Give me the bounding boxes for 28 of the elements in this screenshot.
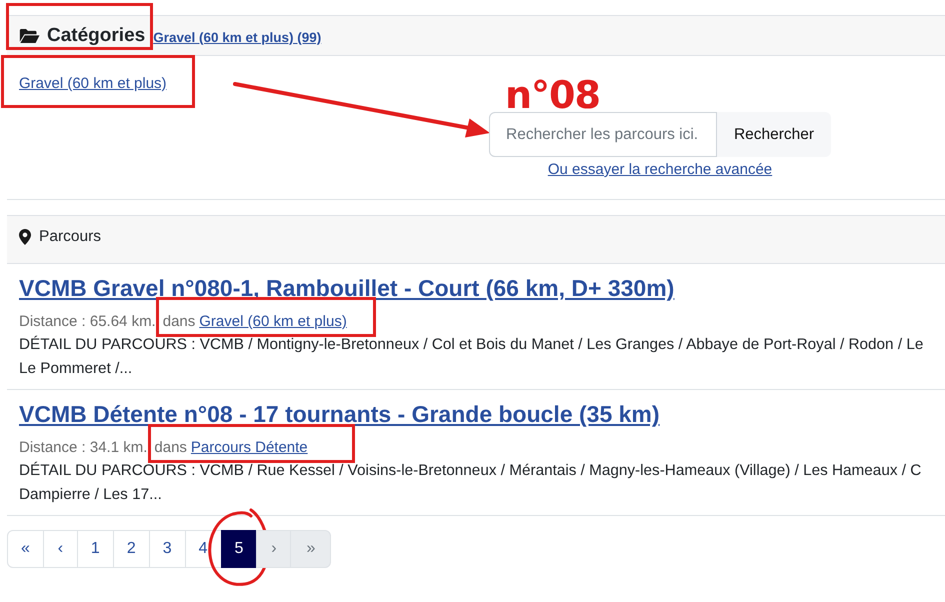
category-link[interactable]: Gravel (60 km et plus) xyxy=(199,311,347,333)
folder-icon xyxy=(19,28,40,44)
page-link[interactable]: 2 xyxy=(112,530,150,568)
page-link[interactable]: ‹ xyxy=(42,530,78,568)
page-link[interactable]: « xyxy=(7,530,44,568)
route-distance: Distance : 65.64 km. xyxy=(19,312,156,332)
route-distance: Distance : 34.1 km. xyxy=(19,438,148,458)
route-description: Dampierre / Les 17... xyxy=(19,485,163,505)
map-pin-icon xyxy=(19,228,31,244)
page-link[interactable]: 3 xyxy=(148,530,186,568)
category-prefix: dans xyxy=(154,438,187,458)
category-link[interactable]: Gravel (60 km et plus) xyxy=(19,73,167,95)
category-link[interactable]: Parcours Détente xyxy=(190,437,308,459)
breadcrumb-link[interactable]: Gravel (60 km et plus) (99) xyxy=(153,30,322,45)
route-title-link[interactable]: VCMB Gravel n°080-1, Rambouillet - Court (66 km, D+ 330m) xyxy=(19,274,674,302)
route-description: Le Pommeret /... xyxy=(19,359,134,379)
search-button[interactable]: Rechercher xyxy=(717,112,831,157)
page-link[interactable]: 1 xyxy=(76,530,114,568)
category-prefix: dans xyxy=(162,312,196,332)
page-link[interactable]: 5 xyxy=(220,530,258,568)
advanced-search-link[interactable]: Ou essayer la recherche avancée xyxy=(548,160,772,180)
section-title: Catégories xyxy=(47,24,146,46)
route-description: DÉTAIL DU PARCOURS : VCMB / Rue Kessel / Voisins-le-Bretonneux / Mérantais / Magny-les-Hameaux (Village) / Les Hameaux / C xyxy=(19,460,922,481)
handwritten-note: n°08 xyxy=(505,79,600,111)
search-field[interactable]: Rechercher les parcours ici. xyxy=(489,112,717,157)
route-title-link[interactable]: VCMB Détente n°08 - 17 tournants - Grande boucle (35 km) xyxy=(19,400,660,428)
route-description: DÉTAIL DU PARCOURS : VCMB / Montigny-le-Bretonneux / Col et Bois du Manet / Les Granges / Abbaye de Port-Royal / Rodon / Le xyxy=(19,334,924,355)
section-title: Parcours xyxy=(39,228,102,246)
